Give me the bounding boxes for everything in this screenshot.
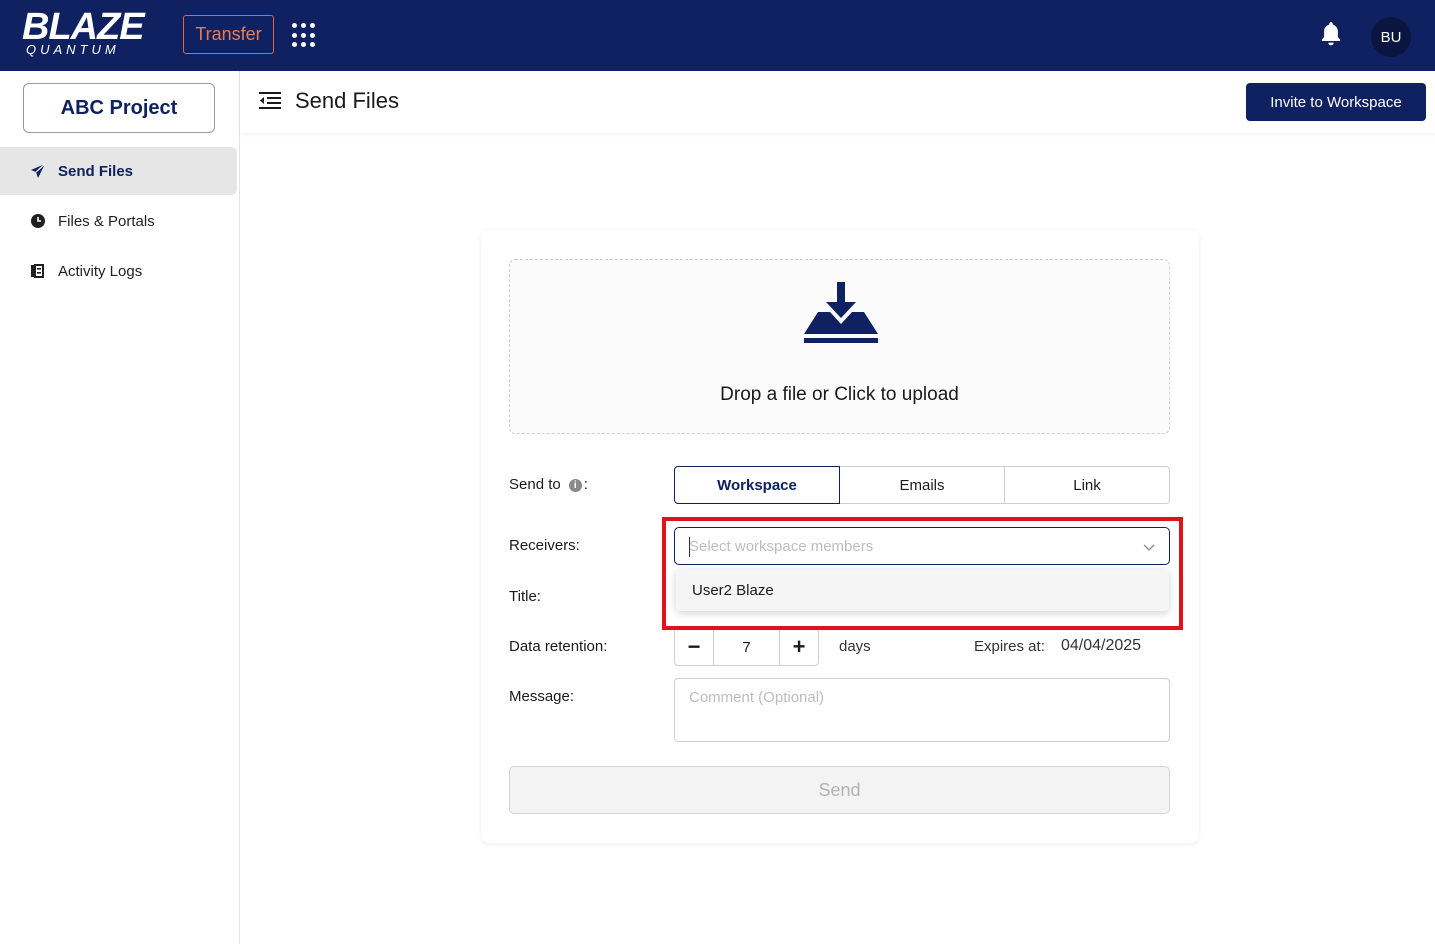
page-header: Send Files Invite to Workspace bbox=[240, 71, 1435, 133]
bell-icon[interactable] bbox=[1318, 20, 1344, 48]
clock-icon bbox=[31, 214, 45, 228]
retention-value[interactable]: 7 bbox=[713, 629, 780, 665]
message-placeholder: Comment (Optional) bbox=[689, 689, 825, 706]
top-bar: BLAZE QUANTUM Transfer BU bbox=[0, 0, 1435, 71]
sidebar-item-files-portals[interactable]: Files & Portals bbox=[0, 197, 237, 245]
project-selector-button[interactable]: ABC Project bbox=[23, 83, 215, 133]
user-avatar[interactable]: BU bbox=[1371, 17, 1411, 57]
file-dropzone[interactable]: Drop a file or Click to upload bbox=[509, 259, 1170, 434]
retention-unit: days bbox=[839, 638, 871, 655]
sidebar-item-label: Activity Logs bbox=[58, 262, 143, 280]
download-tray-icon bbox=[804, 282, 878, 343]
page-title: Send Files bbox=[295, 88, 399, 113]
send-button[interactable]: Send bbox=[509, 766, 1170, 814]
logo-sub-text: QUANTUM bbox=[26, 42, 120, 57]
invite-to-workspace-button[interactable]: Invite to Workspace bbox=[1246, 83, 1426, 121]
send-to-colon: : bbox=[583, 476, 588, 493]
send-to-emails-option[interactable]: Emails bbox=[840, 466, 1005, 504]
send-icon bbox=[31, 163, 46, 178]
expires-label: Expires at: bbox=[974, 638, 1045, 655]
data-retention-label: Data retention: bbox=[509, 638, 608, 655]
increment-button[interactable]: + bbox=[780, 629, 818, 665]
blaze-quantum-logo[interactable]: BLAZE QUANTUM bbox=[22, 8, 162, 60]
title-label: Title: bbox=[509, 588, 541, 605]
receivers-placeholder: Select workspace members bbox=[689, 538, 874, 555]
sidebar-item-activity-logs[interactable]: Activity Logs bbox=[0, 247, 237, 295]
receivers-dropdown: User2 Blaze bbox=[676, 569, 1169, 611]
log-icon bbox=[31, 264, 44, 278]
chevron-down-icon[interactable] bbox=[1143, 541, 1155, 553]
sidebar-item-send-files[interactable]: Send Files bbox=[0, 147, 237, 195]
receivers-label: Receivers: bbox=[509, 537, 580, 554]
menu-collapse-icon[interactable] bbox=[259, 91, 281, 111]
text-caret bbox=[689, 537, 690, 557]
send-files-card: Drop a file or Click to upload Send to i:… bbox=[481, 230, 1199, 843]
send-to-label-text: Send to bbox=[509, 476, 561, 493]
message-label: Message: bbox=[509, 688, 575, 705]
expires-value: 04/04/2025 bbox=[1061, 637, 1142, 654]
receiver-option-user2-blaze[interactable]: User2 Blaze bbox=[676, 569, 1169, 611]
dropzone-text: Drop a file or Click to upload bbox=[720, 384, 959, 405]
send-to-label: Send to i: bbox=[509, 476, 588, 493]
receivers-select[interactable]: Select workspace members bbox=[674, 527, 1170, 565]
info-icon[interactable]: i bbox=[568, 479, 582, 492]
send-to-link-option[interactable]: Link bbox=[1005, 466, 1170, 504]
logo-main-text: BLAZE bbox=[22, 6, 145, 48]
send-to-segmented-control: Workspace Emails Link bbox=[674, 466, 1170, 504]
apps-grid-icon[interactable] bbox=[292, 23, 317, 48]
retention-stepper: − 7 + bbox=[674, 628, 819, 666]
message-textarea[interactable]: Comment (Optional) bbox=[674, 678, 1170, 742]
sidebar-item-label: Send Files bbox=[58, 162, 134, 180]
sidebar: ABC Project Send Files Files & Portals A… bbox=[0, 71, 240, 944]
decrement-button[interactable]: − bbox=[675, 629, 713, 665]
sidebar-item-label: Files & Portals bbox=[58, 212, 155, 230]
send-to-workspace-option[interactable]: Workspace bbox=[674, 466, 840, 504]
transfer-button[interactable]: Transfer bbox=[183, 15, 274, 54]
